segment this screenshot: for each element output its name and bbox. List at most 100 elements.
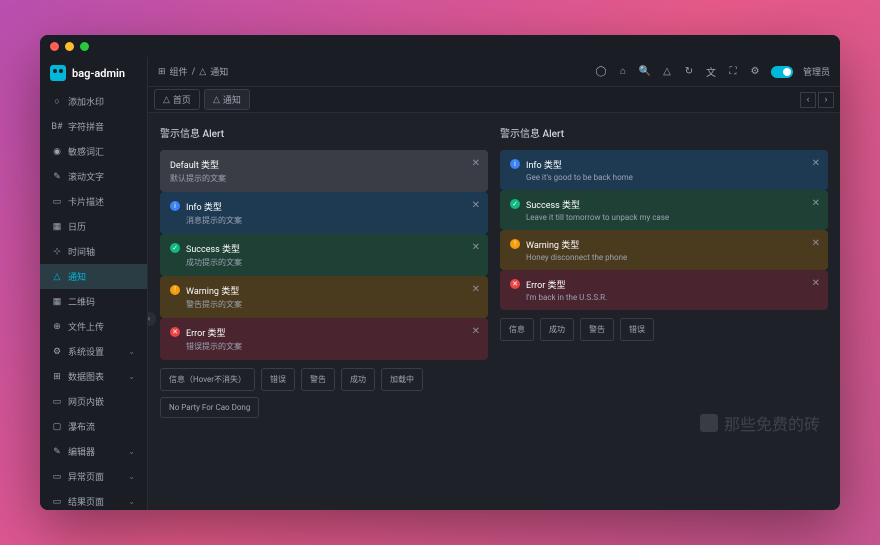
- alert-success: ✓Success 类型成功提示的文案✕: [160, 234, 488, 276]
- action-button-3[interactable]: 错误: [620, 318, 654, 341]
- alert-desc: I'm back in the U.S.S.R.: [526, 293, 818, 302]
- alert-desc: Honey disconnect the phone: [526, 253, 818, 262]
- github-icon[interactable]: ◯: [595, 66, 607, 78]
- alert-title: Info 类型: [526, 158, 818, 171]
- theme-toggle[interactable]: [771, 66, 793, 78]
- sidebar-item-11[interactable]: ⊞数据图表⌄: [40, 364, 147, 389]
- sidebar-item-4[interactable]: ▭卡片描述: [40, 189, 147, 214]
- alert-info: iInfo 类型Gee it's good to be back home✕: [500, 150, 828, 190]
- breadcrumb-part2[interactable]: 通知: [210, 65, 228, 78]
- home-icon[interactable]: ⌂: [617, 66, 629, 78]
- search-icon[interactable]: 🔍: [639, 66, 651, 78]
- gear-icon[interactable]: ⚙: [749, 66, 761, 78]
- nav-label: 文件上传: [68, 320, 104, 333]
- sidebar-item-9[interactable]: ⊕文件上传: [40, 314, 147, 339]
- nav-icon: ◉: [52, 147, 62, 157]
- left-column: 警示信息 Alert Default 类型默认提示的文案✕iInfo 类型消息提…: [160, 125, 488, 498]
- right-buttons: 信息成功警告错误: [500, 318, 828, 341]
- action-button-2[interactable]: 警告: [301, 368, 335, 391]
- sidebar-item-3[interactable]: ✎滚动文字: [40, 164, 147, 189]
- alert-desc: Leave it till tomorrow to unpack my case: [526, 213, 818, 222]
- alert-desc: 错误提示的文案: [186, 341, 478, 352]
- action-button-2[interactable]: 警告: [580, 318, 614, 341]
- sidebar-item-15[interactable]: ▭异常页面⌄: [40, 464, 147, 489]
- bell-icon: △: [199, 67, 206, 77]
- left-title: 警示信息 Alert: [160, 125, 488, 140]
- notify-icon[interactable]: △: [661, 66, 673, 78]
- close-icon[interactable]: ✕: [812, 238, 820, 249]
- close-icon[interactable]: ✕: [472, 158, 480, 169]
- sidebar-item-14[interactable]: ✎编辑器⌄: [40, 439, 147, 464]
- alert-title: Default 类型: [170, 158, 478, 171]
- alert-title: Info 类型: [186, 200, 478, 213]
- alert-warning: !Warning 类型警告提示的文案✕: [160, 276, 488, 318]
- alert-title: Error 类型: [526, 278, 818, 291]
- close-icon[interactable]: ✕: [472, 284, 480, 295]
- nav-label: 添加水印: [68, 95, 104, 108]
- action-button-0[interactable]: 信息: [500, 318, 534, 341]
- nav-icon: △: [52, 272, 62, 282]
- close-icon[interactable]: ✕: [812, 278, 820, 289]
- action-button-1[interactable]: 错误: [261, 368, 295, 391]
- action-button-1[interactable]: 成功: [540, 318, 574, 341]
- action-button-5[interactable]: No Party For Cao Dong: [160, 397, 259, 418]
- close-icon[interactable]: ✕: [472, 242, 480, 253]
- sidebar-collapse[interactable]: ‹: [148, 312, 156, 326]
- sidebar-item-6[interactable]: ⊹ 时间轴: [40, 239, 147, 264]
- action-button-0[interactable]: 信息（Hover不消失）: [160, 368, 255, 391]
- sidebar-item-7[interactable]: △通知: [40, 264, 147, 289]
- action-button-4[interactable]: 加载中: [381, 368, 423, 391]
- nav-label: 系统设置: [68, 345, 104, 358]
- sidebar-item-16[interactable]: ▭结果页面⌄: [40, 489, 147, 510]
- sidebar-item-5[interactable]: ▦日历: [40, 214, 147, 239]
- tab-next[interactable]: ›: [818, 92, 834, 108]
- alert-desc: 成功提示的文案: [186, 257, 478, 268]
- fullscreen-icon[interactable]: ⛶: [727, 66, 739, 78]
- menu-icon[interactable]: ⊞: [158, 67, 166, 77]
- lang-icon[interactable]: 文: [705, 66, 717, 78]
- close-icon[interactable]: ✕: [812, 198, 820, 209]
- nav-icon: ▭: [52, 472, 62, 482]
- tab-notice[interactable]: △通知: [204, 89, 250, 110]
- alert-desc: 消息提示的文案: [186, 215, 478, 226]
- chevron-down-icon: ⌄: [128, 497, 135, 506]
- action-button-3[interactable]: 成功: [341, 368, 375, 391]
- close-icon[interactable]: ✕: [472, 326, 480, 337]
- nav-label: 字符拼音: [68, 120, 104, 133]
- sidebar-item-2[interactable]: ◉敏感词汇: [40, 139, 147, 164]
- alert-default: Default 类型默认提示的文案✕: [160, 150, 488, 192]
- sidebar-item-0[interactable]: ○添加水印: [40, 89, 147, 114]
- right-column: 警示信息 Alert iInfo 类型Gee it's good to be b…: [500, 125, 828, 498]
- alert-desc: Gee it's good to be back home: [526, 173, 818, 182]
- user-label[interactable]: 管理员: [803, 65, 830, 78]
- nav-icon: ⊹: [52, 247, 62, 257]
- sidebar-item-10[interactable]: ⚙系统设置⌄: [40, 339, 147, 364]
- tab-home[interactable]: △首页: [154, 89, 200, 110]
- breadcrumb-part1[interactable]: 组件: [170, 65, 188, 78]
- close-icon[interactable]: ✕: [812, 158, 820, 169]
- titlebar: [40, 35, 840, 57]
- minimize-dot[interactable]: [65, 42, 74, 51]
- nav-label: 编辑器: [68, 445, 95, 458]
- nav-label: 时间轴: [68, 245, 95, 258]
- sidebar: bag-admin ○添加水印B#字符拼音◉敏感词汇✎滚动文字▭卡片描述▦日历⊹…: [40, 57, 148, 510]
- success-icon: ✓: [170, 243, 180, 253]
- topbar: ⊞ 组件 / △ 通知 ◯ ⌂ 🔍 △ ↻ 文 ⛶ ⚙ 管理员: [148, 57, 840, 87]
- tab-prev[interactable]: ‹: [800, 92, 816, 108]
- logo[interactable]: bag-admin: [40, 57, 147, 89]
- nav-icon: ✎: [52, 172, 62, 182]
- left-buttons: 信息（Hover不消失） 错误警告成功加载中 No Party For Cao Do…: [160, 368, 488, 418]
- maximize-dot[interactable]: [80, 42, 89, 51]
- chevron-down-icon: ⌄: [128, 447, 135, 456]
- sidebar-item-13[interactable]: ▢瀑布流: [40, 414, 147, 439]
- close-icon[interactable]: ✕: [472, 200, 480, 211]
- sidebar-item-8[interactable]: ▦二维码: [40, 289, 147, 314]
- sidebar-item-1[interactable]: B#字符拼音: [40, 114, 147, 139]
- alert-error: ✕Error 类型I'm back in the U.S.S.R.✕: [500, 270, 828, 310]
- nav-icon: ▢: [52, 422, 62, 432]
- refresh-icon[interactable]: ↻: [683, 66, 695, 78]
- logo-icon: [50, 65, 66, 81]
- close-dot[interactable]: [50, 42, 59, 51]
- sidebar-item-12[interactable]: ▭网页内嵌: [40, 389, 147, 414]
- nav-icon: ▭: [52, 197, 62, 207]
